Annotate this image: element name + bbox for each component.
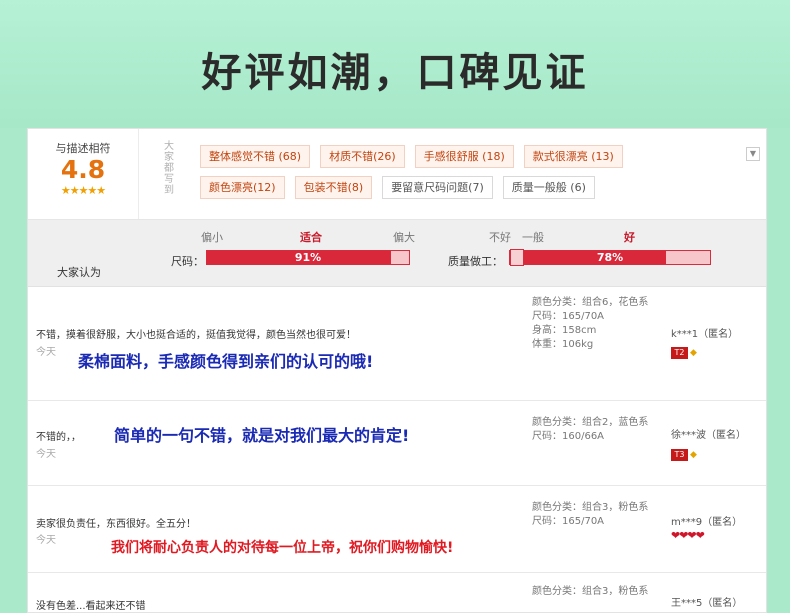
tags-vertical-label: 大家都写到 — [164, 141, 174, 196]
tag-item[interactable]: 要留意尺码问题(7) — [382, 176, 493, 199]
score-label: 与描述相符 — [55, 142, 111, 155]
quality-percent: 78% — [596, 251, 624, 264]
review-sku: 颜色分类：组合6，花色系 尺码：165/70A 身高：158cm 体重：106k… — [532, 296, 660, 352]
reviewer-badge: T3 ◆ — [671, 444, 697, 463]
size-label: 尺码： — [171, 255, 204, 268]
review-caption: 我们将耐心负责人的对待每一位上帝，祝你们购物愉快! — [111, 540, 454, 556]
sku-line: 颜色分类：组合2，蓝色系 — [532, 417, 649, 428]
banner: 好评如潮，口碑见证 — [0, 0, 790, 128]
review-item: 没有色差...看起来还不错 颜色分类：组合3，粉色系 王***5（匿名） — [28, 573, 766, 612]
tag-item[interactable]: 包装不错(8) — [294, 176, 373, 199]
review-sku: 颜色分类：组合2，蓝色系 尺码：160/66A — [532, 416, 660, 444]
opinion-label: 大家认为 — [57, 266, 101, 279]
star-rating: ★★★★★ — [60, 184, 106, 197]
review-caption: 柔棉面料，手感颜色得到亲们的认可的哦! — [78, 352, 374, 371]
opinion-section: 大家认为 偏小 适合 偏大 尺码： 91% 不好 一般 好 质量做工： 78% — [28, 220, 766, 287]
review-date: 今天 — [36, 347, 56, 358]
review-date: 今天 — [36, 449, 56, 460]
level-badge-icon: T3 — [671, 448, 688, 461]
tag-item[interactable]: 质量一般般 (6) — [502, 176, 595, 199]
size-tick-fit: 适合 — [300, 231, 322, 244]
review-text: 不错，摸着很舒服，大小也挺合适的，挺值我觉得，颜色当然也很可爱！ — [36, 330, 356, 341]
diamond-icon: ◆ — [690, 449, 697, 460]
sku-line: 体重：106kg — [532, 339, 594, 350]
size-tick-small: 偏小 — [201, 231, 223, 244]
sku-line: 尺码：160/66A — [532, 431, 605, 442]
sku-line: 颜色分类：组合6，花色系 — [532, 297, 649, 308]
sku-line: 颜色分类：组合3，粉色系 — [532, 586, 649, 597]
sku-line: 尺码：165/70A — [532, 516, 605, 527]
tag-item[interactable]: 手感很舒服 (18) — [414, 145, 514, 168]
review-sku: 颜色分类：组合3，粉色系 尺码：165/70A — [532, 501, 660, 529]
level-badge-icon: T2 — [671, 346, 688, 359]
score-value: 4.8 — [60, 155, 106, 184]
review-panel: 与描述相符 4.8 ★★★★★ 大家都写到 整体感觉不错 (68) 材质不错(26… — [27, 128, 767, 613]
reviewer-name[interactable]: 王***5（匿名） — [671, 594, 742, 609]
review-date: 今天 — [36, 535, 56, 546]
review-item: 不错的，， 今天 简单的一句不错，就是对我们最大的肯定! 颜色分类：组合2，蓝色… — [28, 401, 766, 486]
banner-title: 好评如潮，口碑见证 — [201, 49, 589, 96]
score-box: 与描述相符 4.8 ★★★★★ — [28, 129, 139, 219]
reviewer-badge: T2 ◆ — [671, 342, 697, 361]
reviewer-name[interactable]: k***1（匿名） — [671, 325, 738, 340]
sku-line: 身高：158cm — [532, 325, 597, 336]
sku-line: 颜色分类：组合3，粉色系 — [532, 502, 649, 513]
review-caption: 简单的一句不错，就是对我们最大的肯定! — [114, 426, 410, 445]
tag-item[interactable]: 整体感觉不错 (68) — [200, 145, 311, 168]
tag-item[interactable]: 款式很漂亮 (13) — [523, 145, 623, 168]
rating-summary: 与描述相符 4.8 ★★★★★ 大家都写到 整体感觉不错 (68) 材质不错(26… — [28, 129, 766, 220]
review-text: 没有色差...看起来还不错 — [36, 601, 146, 612]
quality-tick-good: 好 — [624, 231, 635, 244]
size-percent: 91% — [294, 251, 322, 264]
review-item: 不错，摸着很舒服，大小也挺合适的，挺值我觉得，颜色当然也很可爱！ 今天 柔棉面料… — [28, 287, 766, 401]
review-text: 不错的，， — [36, 432, 81, 443]
quality-label: 质量做工： — [448, 255, 503, 268]
chevron-down-icon[interactable]: ▼ — [746, 147, 760, 161]
quality-tick-average: 一般 — [522, 231, 544, 244]
reviewer-name[interactable]: 徐***波（匿名） — [671, 426, 746, 441]
quality-bar: 78% — [509, 249, 711, 266]
quality-tick-bad: 不好 — [489, 231, 511, 244]
review-item: 卖家很负责任，东西很好。全五分！ 今天 我们将耐心负责人的对待每一位上帝，祝你们… — [28, 486, 766, 573]
tag-item[interactable]: 颜色漂亮(12) — [200, 176, 285, 199]
review-text: 卖家很负责任，东西很好。全五分！ — [36, 519, 196, 530]
tag-item[interactable]: 材质不错(26) — [320, 145, 405, 168]
diamond-icon: ◆ — [690, 347, 697, 358]
size-tick-large: 偏大 — [393, 231, 415, 244]
size-bar: 91% — [206, 250, 410, 265]
sku-line: 尺码：165/70A — [532, 311, 605, 322]
tag-cloud: 整体感觉不错 (68) 材质不错(26) 手感很舒服 (18) 款式很漂亮 (13) … — [200, 145, 700, 207]
review-sku: 颜色分类：组合3，粉色系 — [532, 585, 660, 599]
reviewer-name[interactable]: m***9（匿名） — [671, 513, 742, 528]
heart-rating-icon: ❤❤❤❤ — [671, 529, 705, 542]
